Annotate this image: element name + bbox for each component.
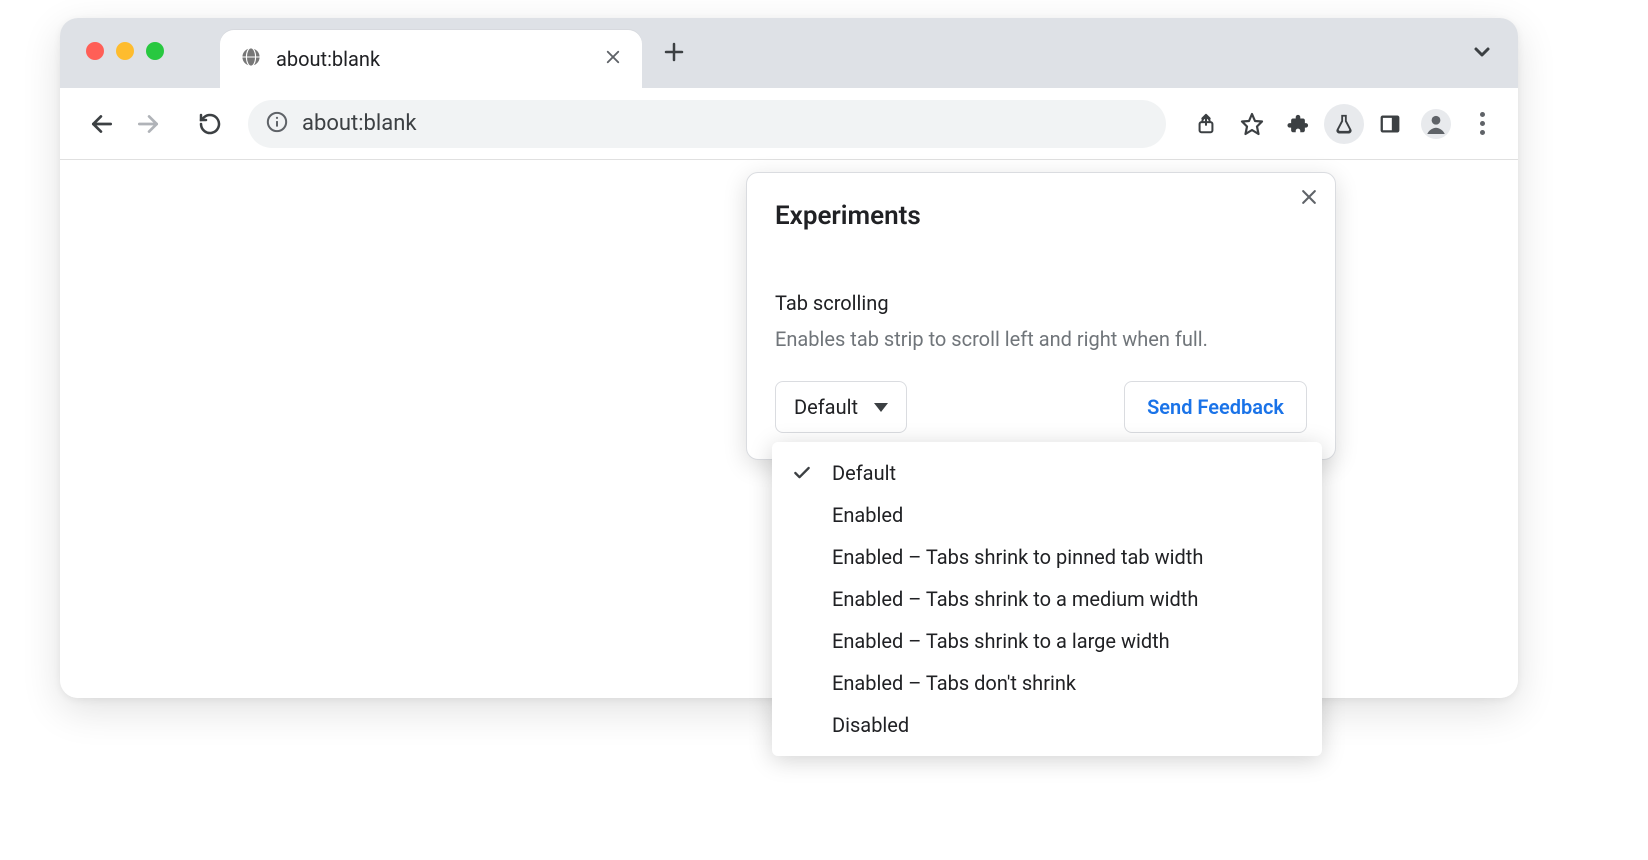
experiment-state-select[interactable]: Default: [775, 381, 907, 433]
browser-window: about:blank about:blank: [60, 18, 1518, 698]
address-bar-text: about:blank: [302, 111, 417, 136]
experiment-description: Enables tab strip to scroll left and rig…: [775, 325, 1307, 353]
side-panel-button[interactable]: [1370, 104, 1410, 144]
dropdown-option-label: Disabled: [832, 713, 909, 737]
dropdown-option-label: Enabled – Tabs don't shrink: [832, 671, 1076, 695]
dropdown-option-label: Enabled – Tabs shrink to pinned tab widt…: [832, 545, 1203, 569]
dropdown-option[interactable]: Enabled – Tabs shrink to pinned tab widt…: [772, 536, 1322, 578]
new-tab-button[interactable]: [662, 40, 686, 64]
maximize-window-button[interactable]: [146, 42, 164, 60]
experiments-popup: Experiments Tab scrolling Enables tab st…: [746, 172, 1336, 460]
browser-tab[interactable]: about:blank: [220, 30, 642, 88]
dropdown-option[interactable]: Enabled – Tabs shrink to a large width: [772, 620, 1322, 662]
popup-title: Experiments: [775, 201, 1307, 231]
reload-button[interactable]: [192, 106, 228, 142]
share-button[interactable]: [1186, 104, 1226, 144]
dropdown-option-label: Enabled – Tabs shrink to a large width: [832, 629, 1170, 653]
dropdown-option-label: Default: [832, 461, 896, 485]
experiments-button[interactable]: [1324, 104, 1364, 144]
dropdown-option[interactable]: Enabled – Tabs shrink to a medium width: [772, 578, 1322, 620]
minimize-window-button[interactable]: [116, 42, 134, 60]
tab-close-button[interactable]: [604, 48, 622, 70]
toolbar: about:blank: [60, 88, 1518, 160]
close-window-button[interactable]: [86, 42, 104, 60]
experiment-name: Tab scrolling: [775, 291, 1307, 315]
dropdown-option-label: Enabled: [832, 503, 903, 527]
tab-title: about:blank: [276, 47, 590, 71]
address-bar[interactable]: about:blank: [248, 100, 1166, 148]
forward-button[interactable]: [130, 106, 166, 142]
back-button[interactable]: [84, 106, 120, 142]
dropdown-option[interactable]: Default: [772, 452, 1322, 494]
tab-strip: about:blank: [60, 18, 1518, 88]
site-info-icon[interactable]: [266, 111, 288, 137]
dropdown-option[interactable]: Enabled: [772, 494, 1322, 536]
chrome-menu-button[interactable]: [1462, 104, 1502, 144]
window-controls: [60, 30, 164, 60]
bookmark-button[interactable]: [1232, 104, 1272, 144]
toolbar-actions: [1186, 104, 1508, 144]
check-icon: [790, 463, 814, 483]
extensions-button[interactable]: [1278, 104, 1318, 144]
globe-icon: [240, 46, 262, 72]
caret-down-icon: [874, 403, 888, 412]
send-feedback-button[interactable]: Send Feedback: [1124, 381, 1307, 433]
profile-button[interactable]: [1416, 104, 1456, 144]
tab-overflow-button[interactable]: [1470, 40, 1494, 68]
experiment-state-dropdown: Default Enabled Enabled – Tabs shrink to…: [772, 442, 1322, 756]
dropdown-option[interactable]: Disabled: [772, 704, 1322, 746]
dropdown-option[interactable]: Enabled – Tabs don't shrink: [772, 662, 1322, 704]
popup-close-button[interactable]: [1299, 187, 1319, 211]
dropdown-option-label: Enabled – Tabs shrink to a medium width: [832, 587, 1198, 611]
select-value: Default: [794, 395, 858, 419]
